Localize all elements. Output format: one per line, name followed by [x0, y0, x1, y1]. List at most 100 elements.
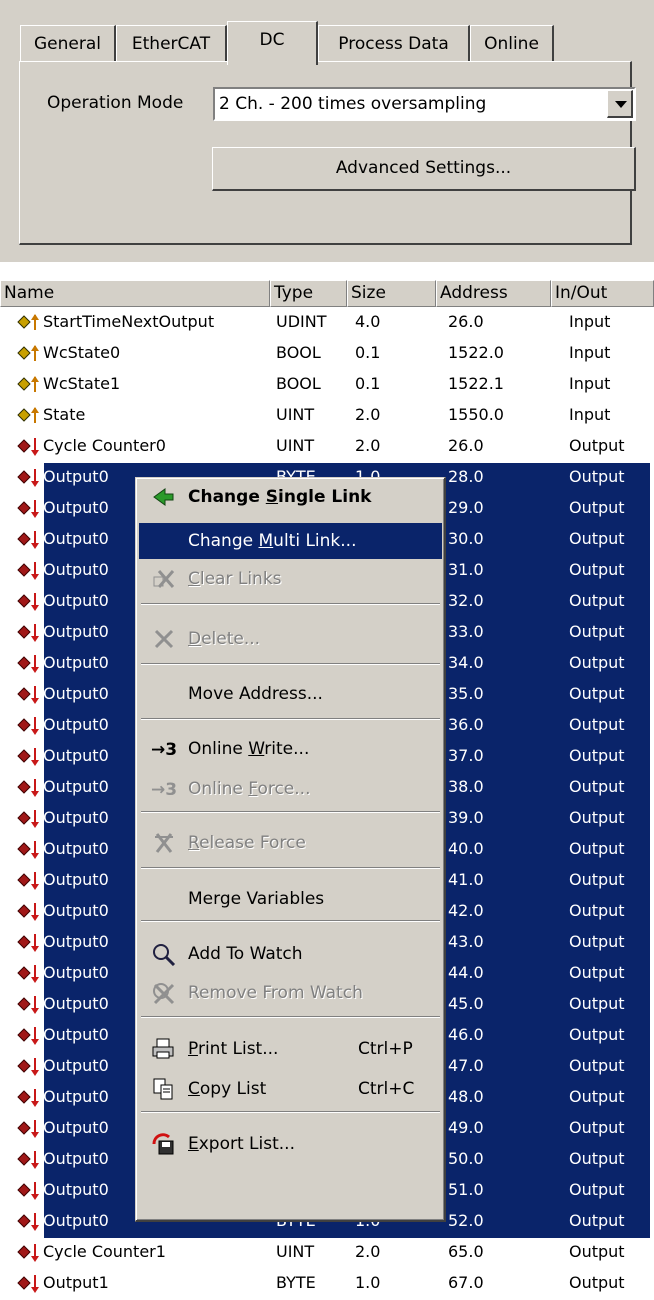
variable-name: Output0 [43, 870, 109, 889]
variable-size: 2.0 [355, 436, 381, 455]
variable-address: 30.0 [448, 529, 484, 548]
variable-direction: Output [569, 1273, 625, 1292]
menu-item-move-address[interactable]: Move Address... [139, 676, 442, 712]
variable-name: Output0 [43, 498, 109, 517]
table-row[interactable]: StartTimeNextOutput UDINT 4.0 26.0 Input [0, 308, 654, 339]
variable-name: Output0 [43, 560, 109, 579]
variable-name: Output0 [43, 529, 109, 548]
variable-direction: Output [569, 1180, 625, 1199]
variable-address: 39.0 [448, 808, 484, 827]
context-menu: Change Single Link Change Multi Link... Cl… [135, 477, 446, 1222]
menu-item-merge-variables[interactable]: Merge Variables [139, 881, 442, 917]
variable-type: UINT [276, 405, 315, 424]
variable-type: BOOL [276, 374, 321, 393]
menu-separator [141, 1016, 440, 1018]
table-row[interactable]: State UINT 2.0 1550.0 Input [0, 401, 654, 432]
variable-direction: Output [569, 436, 625, 455]
variable-direction: Output [569, 467, 625, 486]
table-row[interactable]: WcState1 BOOL 0.1 1522.1 Input [0, 370, 654, 401]
menu-accelerator: Ctrl+P [358, 1039, 413, 1059]
tab-online[interactable]: Online [470, 25, 554, 61]
row-selection-highlight [44, 1269, 650, 1300]
variable-address: 51.0 [448, 1180, 484, 1199]
column-header-type[interactable]: Type [270, 280, 347, 307]
variable-direction: Output [569, 1211, 625, 1230]
magnifier-icon [153, 944, 176, 966]
delete-icon [154, 629, 174, 649]
arrow-3-icon: →3 [151, 740, 177, 760]
variable-address: 47.0 [448, 1056, 484, 1075]
dropdown-arrow-icon[interactable] [607, 90, 633, 118]
table-row[interactable]: Cycle Counter0 UINT 2.0 26.0 Output [0, 432, 654, 463]
variable-address: 52.0 [448, 1211, 484, 1230]
label-text: Online [188, 739, 249, 759]
output-variable-icon [17, 810, 39, 828]
tab-process-data[interactable]: Process Data [318, 25, 470, 61]
output-variable-icon [17, 934, 39, 952]
advanced-settings-button[interactable]: Advanced Settings... [212, 147, 636, 191]
mnemonic-key: C [188, 1079, 200, 1099]
column-header-in-out[interactable]: In/Out [551, 280, 654, 307]
variable-address: 42.0 [448, 901, 484, 920]
variable-name: Output1 [43, 1273, 109, 1292]
menu-item-print-list[interactable]: Print List... Ctrl+P [139, 1031, 442, 1067]
variable-direction: Output [569, 932, 625, 951]
label-text: rite... [264, 739, 310, 759]
mnemonic-key: E [188, 1134, 199, 1154]
variable-direction: Output [569, 529, 625, 548]
variable-address: 1550.0 [448, 405, 504, 424]
tab-ethercat[interactable]: EtherCAT [116, 25, 227, 61]
menu-item-copy-list[interactable]: Copy List Ctrl+C [139, 1071, 442, 1107]
output-variable-icon [17, 469, 39, 487]
label-text: xport List... [198, 1134, 295, 1154]
menu-item-change-multi-link[interactable]: Change Multi Link... [139, 523, 442, 559]
output-variable-icon [17, 1244, 39, 1262]
variable-address: 1522.0 [448, 343, 504, 362]
svg-text:→3: →3 [151, 780, 177, 800]
operation-mode-select[interactable]: 2 Ch. - 200 times oversampling [213, 87, 636, 121]
output-variable-icon [17, 717, 39, 735]
variable-address: 26.0 [448, 312, 484, 331]
menu-item-delete: Delete... [139, 621, 442, 657]
column-header-size[interactable]: Size [347, 280, 436, 307]
menu-item-remove-from-watch: Remove From Watch [139, 975, 442, 1011]
tab-dc[interactable]: DC [227, 21, 318, 65]
variable-address: 40.0 [448, 839, 484, 858]
label-text: orce... [257, 779, 311, 799]
menu-item-online-write[interactable]: →3 Online Write... [139, 731, 442, 767]
menu-item-change-single-link[interactable]: Change Single Link [139, 479, 442, 515]
variable-direction: Output [569, 560, 625, 579]
tab-general[interactable]: General [20, 25, 116, 61]
menu-item-add-to-watch[interactable]: Add To Watch [139, 936, 442, 972]
variable-name: WcState0 [43, 343, 121, 362]
output-variable-icon [17, 1275, 39, 1293]
table-row[interactable]: Cycle Counter1 UINT 2.0 65.0 Output [0, 1238, 654, 1269]
column-header-name[interactable]: Name [0, 280, 270, 307]
variable-type: UINT [276, 1242, 315, 1261]
variable-direction: Output [569, 591, 625, 610]
menu-item-label: Remove From Watch [188, 983, 363, 1003]
menu-item-export-list[interactable]: Export List... [139, 1126, 442, 1162]
column-header-address[interactable]: Address [436, 280, 551, 307]
variable-direction: Output [569, 839, 625, 858]
label-text: elete... [201, 629, 261, 649]
variable-address: 65.0 [448, 1242, 484, 1261]
mnemonic-key: P [188, 1039, 198, 1059]
variable-name: Cycle Counter1 [43, 1242, 166, 1261]
variable-name: Output0 [43, 1180, 109, 1199]
variable-name: Output0 [43, 1025, 109, 1044]
mnemonic-key: S [265, 487, 279, 507]
variable-name: WcState1 [43, 374, 121, 393]
variable-name: Output0 [43, 777, 109, 796]
output-variable-icon [17, 438, 39, 456]
output-variable-icon [17, 1058, 39, 1076]
operation-mode-value: 2 Ch. - 200 times oversampling [219, 94, 487, 114]
menu-item-label: Export List... [188, 1134, 295, 1154]
variable-direction: Input [569, 374, 611, 393]
table-row[interactable]: Output1 BYTE 1.0 67.0 Output [0, 1269, 654, 1300]
variable-direction: Output [569, 1087, 625, 1106]
table-row[interactable]: WcState0 BOOL 0.1 1522.0 Input [0, 339, 654, 370]
row-selection-highlight [44, 401, 650, 432]
output-variable-icon [17, 841, 39, 859]
menu-separator [141, 920, 440, 922]
